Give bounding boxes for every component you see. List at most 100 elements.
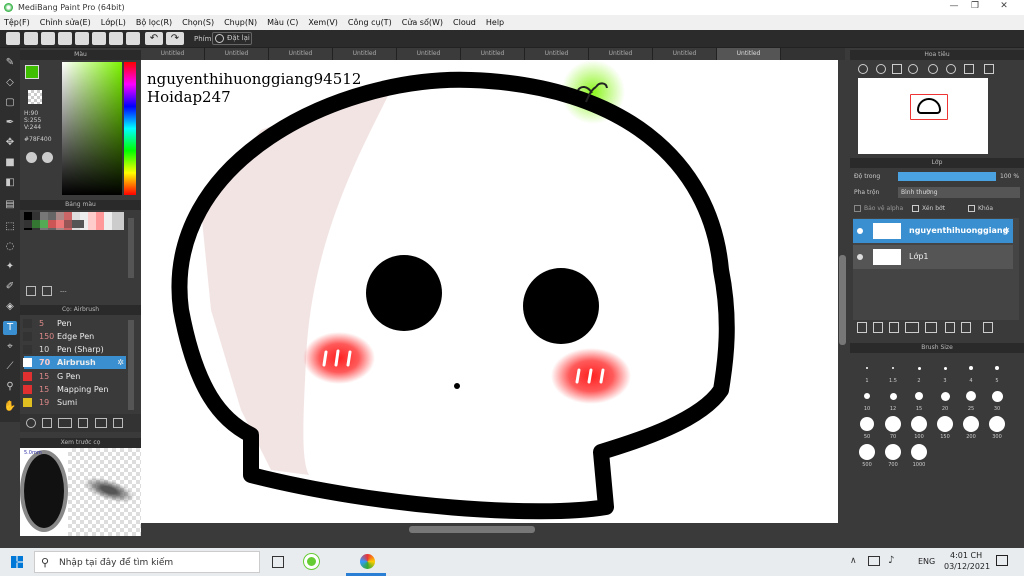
taskbar-search[interactable]: ⚲ Nhập tại đây để tìm kiếm bbox=[34, 551, 260, 573]
chevron-up-icon[interactable]: ∧ bbox=[850, 556, 857, 566]
brush-size-option[interactable]: 1.5 bbox=[880, 358, 906, 384]
menu-view[interactable]: Xem(V) bbox=[308, 18, 338, 27]
network-icon[interactable] bbox=[868, 556, 880, 566]
zoom-in-icon[interactable] bbox=[876, 64, 886, 74]
hue-slider[interactable] bbox=[124, 62, 136, 195]
menu-cloud[interactable]: Cloud bbox=[453, 18, 476, 27]
clipping-checkbox[interactable] bbox=[912, 205, 919, 212]
rect-tool-icon[interactable]: ▢ bbox=[3, 96, 17, 110]
select-rect-tool-icon[interactable]: ⬚ bbox=[3, 220, 17, 234]
drawing-canvas[interactable]: nguyenthihuonggiang94512 Hoidap247 bbox=[141, 60, 838, 523]
palette-delete-icon[interactable] bbox=[42, 286, 52, 296]
brush-item-selected[interactable]: 70 Airbrush ✲ bbox=[23, 356, 126, 369]
brush-size-option[interactable]: 30 bbox=[984, 386, 1010, 412]
brush-add-icon[interactable] bbox=[42, 418, 52, 428]
visibility-icon[interactable] bbox=[857, 228, 863, 234]
list-icon[interactable] bbox=[92, 32, 106, 45]
opacity-slider[interactable] bbox=[898, 172, 996, 181]
brush-size-option[interactable]: 4 bbox=[958, 358, 984, 384]
comment-icon[interactable] bbox=[41, 32, 55, 45]
layer-row[interactable]: Lớp1 bbox=[853, 245, 1013, 269]
brush-menu-icon[interactable] bbox=[58, 418, 72, 428]
color-picker-icon[interactable] bbox=[42, 152, 53, 163]
pen-tool-icon[interactable]: ✒ bbox=[3, 116, 17, 130]
merge-layer-icon[interactable] bbox=[961, 322, 971, 333]
reset-button[interactable]: Đặt lại bbox=[212, 32, 252, 45]
menu-tools[interactable]: Công cụ(T) bbox=[348, 18, 392, 27]
operation-tool-icon[interactable]: ⌖ bbox=[3, 340, 17, 354]
task-view-icon[interactable] bbox=[272, 556, 284, 568]
menu-color[interactable]: Màu (C) bbox=[267, 18, 298, 27]
menu-filter[interactable]: Bộ lọc(R) bbox=[136, 18, 172, 27]
gradient-tool-icon[interactable]: ▤ bbox=[3, 198, 17, 212]
menu-layer[interactable]: Lớp(L) bbox=[101, 18, 126, 27]
brush-size-option[interactable]: 1 bbox=[854, 358, 880, 384]
volume-icon[interactable]: ♪ bbox=[888, 555, 894, 566]
new-halftone-layer-icon[interactable] bbox=[873, 322, 883, 333]
brush-size-option[interactable]: 10 bbox=[854, 386, 880, 412]
zoom-in-icon[interactable] bbox=[858, 64, 868, 74]
grid-icon[interactable] bbox=[75, 32, 89, 45]
menu-edit[interactable]: Chỉnh sửa(E) bbox=[40, 18, 91, 27]
palette-scrollbar[interactable] bbox=[128, 218, 134, 278]
tab-document[interactable]: Untitled bbox=[653, 48, 717, 60]
brush-copy-icon[interactable] bbox=[78, 418, 88, 428]
brush-size-option[interactable]: 1000 bbox=[906, 442, 932, 468]
color-sv-square[interactable] bbox=[62, 62, 122, 195]
select-pen-tool-icon[interactable]: ✐ bbox=[3, 280, 17, 294]
brush-settings-icon[interactable] bbox=[26, 418, 36, 428]
gear-icon[interactable]: ✲ bbox=[117, 358, 126, 367]
delete-layer-icon[interactable] bbox=[983, 322, 993, 333]
medibang-taskbar-icon[interactable] bbox=[304, 554, 319, 569]
new-layer-icon[interactable] bbox=[857, 322, 867, 333]
close-button[interactable]: ✕ bbox=[984, 1, 1024, 14]
clock-time[interactable]: 4:01 CH bbox=[950, 551, 982, 560]
chrome-taskbar-icon[interactable] bbox=[360, 554, 375, 569]
bucket-tool-icon[interactable]: ◧ bbox=[3, 176, 17, 190]
new-1bit-layer-icon[interactable] bbox=[889, 322, 899, 333]
brush-size-option[interactable]: 15 bbox=[906, 386, 932, 412]
brush-size-option[interactable]: 50 bbox=[854, 414, 880, 440]
brush-scrollbar[interactable] bbox=[128, 320, 134, 410]
blend-select[interactable]: Bình thường bbox=[898, 187, 1020, 198]
navigator-viewport[interactable] bbox=[910, 94, 948, 120]
undo-icon[interactable]: ↶ bbox=[145, 32, 163, 45]
duplicate-layer-icon[interactable] bbox=[945, 322, 955, 333]
scroll-thumb[interactable] bbox=[409, 526, 535, 533]
layer-menu-icon[interactable] bbox=[905, 322, 919, 333]
menu-window[interactable]: Cửa sổ(W) bbox=[402, 18, 443, 27]
panel-icon[interactable] bbox=[58, 32, 72, 45]
horizontal-scrollbar[interactable] bbox=[141, 523, 845, 537]
lasso-tool-icon[interactable]: ◌ bbox=[3, 240, 17, 254]
input-language[interactable]: ENG bbox=[918, 557, 935, 566]
menu-file[interactable]: Tệp(F) bbox=[4, 18, 30, 27]
clock-date[interactable]: 03/12/2021 bbox=[944, 562, 990, 571]
tab-document[interactable]: Untitled bbox=[461, 48, 525, 60]
divide-tool-icon[interactable]: ⟋ bbox=[3, 360, 17, 374]
tab-document[interactable]: Untitled bbox=[205, 48, 269, 60]
brush-item[interactable]: 10 Pen (Sharp) bbox=[23, 343, 126, 356]
brush-size-option[interactable]: 200 bbox=[958, 414, 984, 440]
fill-rect-tool-icon[interactable]: ■ bbox=[3, 156, 17, 170]
tab-document[interactable]: Untitled bbox=[269, 48, 333, 60]
foreground-color-swatch[interactable] bbox=[25, 65, 39, 79]
cloud-icon[interactable] bbox=[6, 32, 20, 45]
tab-document[interactable]: Untitled bbox=[589, 48, 653, 60]
brush-size-option[interactable]: 500 bbox=[854, 442, 880, 468]
brush-size-option[interactable]: 3 bbox=[932, 358, 958, 384]
tab-document[interactable]: Untitled bbox=[333, 48, 397, 60]
eraser-tool-icon[interactable]: ◇ bbox=[3, 76, 17, 90]
layer-row-active[interactable]: nguyenthihuonggiang ✲ bbox=[853, 219, 1013, 243]
visibility-icon[interactable] bbox=[857, 254, 863, 260]
tab-document[interactable]: Untitled bbox=[397, 48, 461, 60]
color-wheel-icon[interactable] bbox=[26, 152, 37, 163]
tab-document[interactable]: Untitled bbox=[525, 48, 589, 60]
page-icon[interactable] bbox=[109, 32, 123, 45]
reset-view-icon[interactable] bbox=[946, 64, 956, 74]
brush-size-option[interactable]: 25 bbox=[958, 386, 984, 412]
folder-icon[interactable] bbox=[95, 418, 107, 428]
scroll-thumb[interactable] bbox=[839, 255, 846, 345]
palette-swatches-row2[interactable] bbox=[24, 220, 84, 228]
select-eraser-tool-icon[interactable]: ◈ bbox=[3, 300, 17, 314]
export-icon[interactable] bbox=[24, 32, 38, 45]
